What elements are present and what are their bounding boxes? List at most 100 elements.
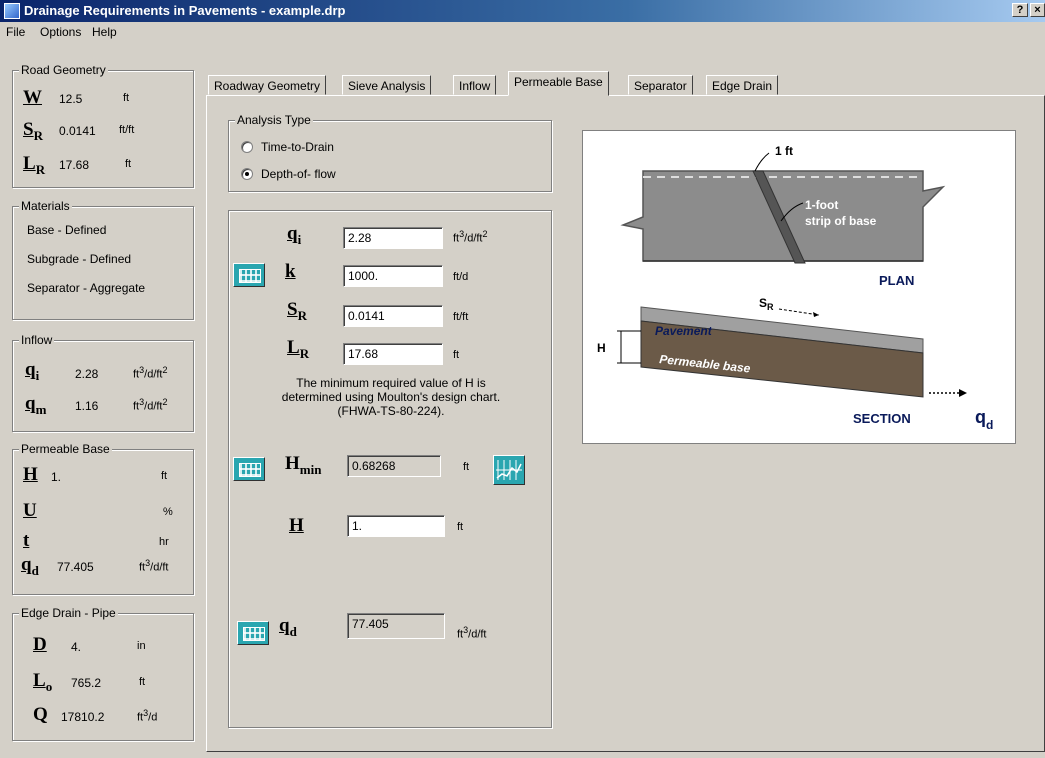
w-value: 12.5 [59, 92, 83, 106]
h-unit: ft [161, 470, 168, 482]
tab-edge-drain[interactable]: Edge Drain [706, 75, 779, 95]
qd-unit: ft3/d/ft [139, 558, 169, 574]
q-value: 17810.2 [61, 710, 105, 724]
label-sr: SR [759, 296, 774, 312]
form-hmin-unit: ft [463, 461, 470, 473]
road-geometry-legend: Road Geometry [19, 63, 108, 77]
tab-inflow[interactable]: Inflow [453, 75, 497, 95]
form-sr-unit: ft/ft [453, 311, 469, 323]
label-section: SECTION [853, 411, 911, 426]
qd-output: 77.405 [347, 613, 445, 639]
qm-symbol: qm [25, 393, 47, 417]
lo-symbol: Lo [33, 670, 53, 694]
sr-input[interactable]: 0.0141 [343, 305, 443, 327]
tab-permeable-base[interactable]: Permeable Base [508, 71, 609, 96]
qi-value: 2.28 [75, 367, 99, 381]
time-to-drain-label: Time-to-Drain [261, 140, 334, 154]
form-h-symbol: H [289, 515, 304, 536]
form-h-unit: ft [457, 521, 464, 533]
qm-unit: ft3/d/ft2 [133, 397, 168, 413]
tab-separator[interactable]: Separator [628, 75, 693, 95]
menu-file[interactable]: File [6, 25, 25, 39]
pavement-diagram: 1 ft 1-foot strip of base PLAN SR Paveme… [582, 130, 1016, 444]
form-qi-symbol: qi [287, 223, 302, 247]
label-h: H [597, 341, 606, 355]
form-qd-symbol: qd [279, 615, 297, 639]
form-lr-unit: ft [453, 349, 460, 361]
tab-roadway-geometry[interactable]: Roadway Geometry [208, 75, 327, 95]
sr-arrowhead [813, 312, 819, 317]
material-subgrade: Subgrade - Defined [27, 252, 132, 266]
radio-depth-of-flow[interactable] [241, 168, 253, 180]
t-symbol: t [23, 530, 30, 551]
note-line-2: determined using Moulton's design chart. [281, 390, 501, 404]
lr-value: 17.68 [59, 158, 90, 172]
d-value: 4. [71, 640, 82, 654]
label-strip-1: 1-foot [805, 198, 838, 212]
permeable-base-legend: Permeable Base [19, 442, 112, 456]
help-button[interactable]: ? [1012, 3, 1028, 17]
sr-value: 0.0141 [59, 124, 96, 138]
qm-value: 1.16 [75, 399, 99, 413]
moulton-note: The minimum required value of H is deter… [229, 376, 553, 418]
label-1ft: 1 ft [775, 144, 793, 158]
k-calculator-button[interactable] [233, 263, 265, 287]
qd-symbol: qd [21, 554, 39, 578]
d-symbol: D [33, 634, 47, 655]
pavement-diagram-svg: 1 ft 1-foot strip of base PLAN SR Paveme… [597, 144, 993, 432]
radio-time-to-drain[interactable] [241, 141, 253, 153]
sr-unit: ft/ft [119, 124, 135, 136]
tab-sieve-analysis[interactable]: Sieve Analysis [342, 75, 432, 95]
qd-arrowhead [959, 389, 967, 397]
form-lr-symbol: LR [287, 337, 310, 361]
depth-of-flow-label: Depth-of- flow [261, 167, 336, 181]
w-symbol: W [23, 87, 42, 108]
analysis-type-legend: Analysis Type [235, 113, 313, 127]
form-sr-symbol: SR [287, 299, 307, 323]
menu-help[interactable]: Help [92, 25, 117, 39]
h-input[interactable]: 1. [347, 515, 445, 537]
t-unit: hr [159, 536, 169, 548]
note-line-1: The minimum required value of H is [296, 376, 486, 390]
hmin-calculator-button[interactable] [233, 457, 265, 481]
qd-value: 77.405 [57, 560, 94, 574]
u-symbol: U [23, 500, 37, 521]
qi-symbol: qi [25, 359, 40, 383]
calculation-group: qi 2.28 ft3/d/ft2 k 1000. ft/d SR 0.0141… [228, 210, 552, 728]
inflow-group: Inflow qi 2.28 ft3/d/ft2 qm 1.16 ft3/d/f… [12, 333, 194, 432]
lr-unit: ft [125, 158, 132, 170]
h-value: 1. [51, 470, 62, 484]
label-plan: PLAN [879, 273, 914, 288]
window-title: Drainage Requirements in Pavements - exa… [24, 3, 346, 18]
form-k-symbol: k [285, 261, 296, 282]
d-unit: in [137, 640, 146, 652]
w-unit: ft [123, 92, 130, 104]
note-line-3: (FHWA-TS-80-224). [337, 404, 445, 418]
k-input[interactable]: 1000. [343, 265, 443, 287]
strip-leader-top [754, 152, 770, 172]
materials-legend: Materials [19, 199, 72, 213]
close-button[interactable]: × [1030, 3, 1045, 17]
lr-input[interactable]: 17.68 [343, 343, 443, 365]
menu-options[interactable]: Options [40, 25, 81, 39]
form-hmin-symbol: Hmin [285, 453, 322, 477]
permeable-base-group: Permeable Base H 1. ft U % t hr qd 77.40… [12, 442, 194, 595]
hmin-output: 0.68268 [347, 455, 441, 477]
lo-unit: ft [139, 676, 146, 688]
q-unit: ft3/d [137, 708, 158, 724]
design-chart-button[interactable] [493, 455, 525, 485]
edge-drain-legend: Edge Drain - Pipe [19, 606, 118, 620]
form-qi-unit: ft3/d/ft2 [453, 229, 488, 245]
label-qd: qd [975, 407, 993, 432]
qd-calculator-button[interactable] [237, 621, 269, 645]
material-base: Base - Defined [27, 223, 107, 237]
label-strip-2: strip of base [805, 214, 877, 228]
qi-input[interactable]: 2.28 [343, 227, 443, 249]
inflow-legend: Inflow [19, 333, 55, 347]
materials-group: Materials Base - Defined Subgrade - Defi… [12, 199, 194, 320]
chart-icon [496, 460, 522, 480]
label-pavement: Pavement [655, 324, 713, 338]
material-separator: Separator - Aggregate [27, 281, 146, 295]
edge-drain-group: Edge Drain - Pipe D 4. in Lo 765.2 ft Q … [12, 606, 194, 741]
form-k-unit: ft/d [453, 271, 469, 283]
